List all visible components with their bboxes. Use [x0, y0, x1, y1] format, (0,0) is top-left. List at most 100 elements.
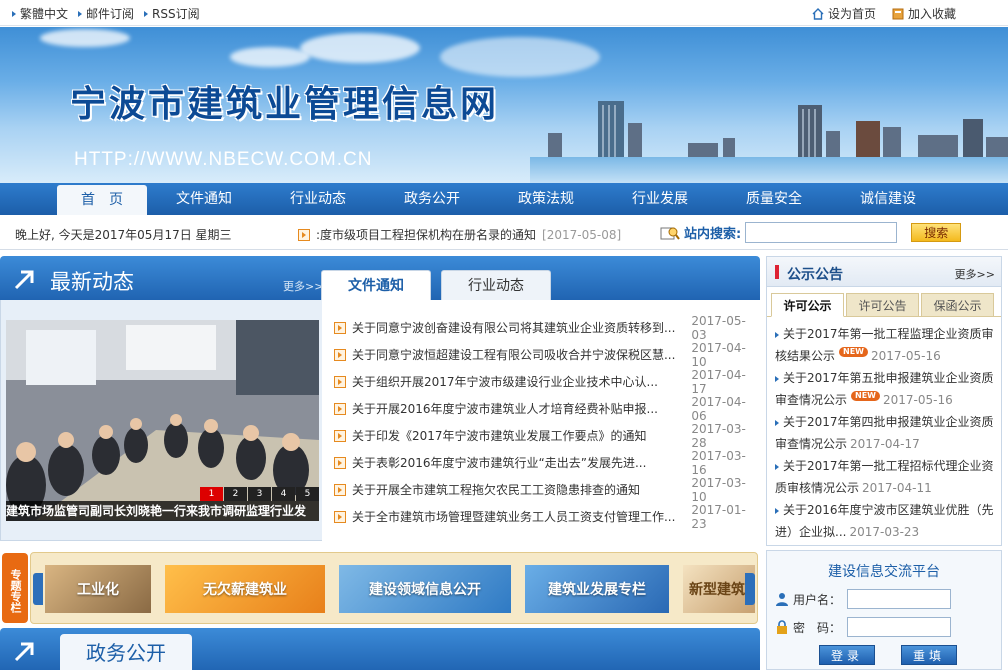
- nav-home[interactable]: 首 页: [57, 185, 147, 215]
- latest-more-link[interactable]: 更多>>: [283, 278, 323, 294]
- slide-caption[interactable]: 建筑市场监管司副司长刘晓艳一行来我市调研监理行业发: [6, 501, 319, 521]
- triangle-icon: [775, 507, 779, 514]
- news-item[interactable]: 关于同意宁波恒超建设工程有限公司吸收合并宁波保税区慧... 2017-04-10: [322, 341, 761, 369]
- tab-license-announcement[interactable]: 许可公告: [846, 293, 919, 317]
- lock-icon: [777, 620, 787, 634]
- notice-item[interactable]: 关于2017年第五批申报建筑业企业资质审查情况公示 NEW 2017-05-16: [775, 367, 995, 411]
- link-rss-subscribe[interactable]: RSS订阅: [144, 5, 200, 22]
- new-badge: NEW: [851, 391, 880, 401]
- news-item[interactable]: 关于全市建筑市场管理暨建筑业务工人员工资支付管理工作... 2017-01-23: [322, 503, 761, 531]
- search-book-icon: [660, 227, 680, 240]
- nav-file-notices[interactable]: 文件通知: [147, 183, 261, 215]
- slide-page-4[interactable]: 4: [272, 487, 295, 501]
- nav-credit-building[interactable]: 诚信建设: [831, 183, 945, 215]
- bullet-icon: [334, 456, 346, 469]
- special-side-label: 专题专栏: [2, 553, 28, 623]
- government-affairs-header: 政务公开: [0, 628, 760, 670]
- scroll-right-button[interactable]: [745, 573, 755, 605]
- latest-news-panel: 最新动态 更多>> 文件通知 行业动态 1 2 3 4 5 建筑市场监管司副司长…: [0, 256, 761, 541]
- nav-quality-safety[interactable]: 质量安全: [717, 183, 831, 215]
- news-ticker[interactable]: :度市级项目工程担保机构在册名录的通知 [2017-05-08]: [298, 226, 621, 243]
- top-right-links: 设为首页 加入收藏: [812, 5, 956, 22]
- notice-item[interactable]: 关于2017年第四批申报建筑业企业资质审查情况公示 2017-04-17: [775, 411, 995, 455]
- info-bar: 晚上好, 今天是2017年05月17日 星期三 :度市级项目工程担保机构在册名录…: [0, 218, 1008, 250]
- topic-card-info-disclosure[interactable]: 建设领域信息公开: [339, 565, 511, 613]
- triangle-icon: [775, 375, 779, 382]
- set-home-link[interactable]: 设为首页: [812, 5, 876, 22]
- login-button[interactable]: 登录: [819, 645, 875, 665]
- date-greeting: 晚上好, 今天是2017年05月17日 星期三: [15, 228, 232, 242]
- search-label: 站内搜索:: [684, 227, 742, 242]
- bullet-icon: [334, 375, 346, 388]
- nav-industry-development[interactable]: 行业发展: [603, 183, 717, 215]
- bullet-icon: [334, 402, 346, 415]
- notice-item[interactable]: 关于2017年第一批工程招标代理企业资质审核情况公示 2017-04-11: [775, 455, 995, 499]
- password-input[interactable]: [847, 617, 951, 637]
- notice-tabs: 许可公示 许可公告 保函公示: [767, 287, 1001, 317]
- government-affairs-tab[interactable]: 政务公开: [60, 634, 192, 670]
- photo-slideshow[interactable]: 1 2 3 4 5 建筑市场监管司副司长刘晓艳一行来我市调研监理行业发: [6, 320, 319, 521]
- slide-page-1[interactable]: 1: [200, 487, 223, 501]
- page: 繁體中文 邮件订阅 RSS订阅 设为首页 加入收藏 宁波市建筑业管理信息网 HT…: [0, 0, 1008, 670]
- tab-guarantee-publicity[interactable]: 保函公示: [921, 293, 994, 317]
- site-url: HTTP://WWW.NBECW.COM.CN: [74, 149, 373, 170]
- scroll-left-button[interactable]: [33, 573, 43, 605]
- search-input[interactable]: [745, 222, 898, 243]
- top-bar: 繁體中文 邮件订阅 RSS订阅 设为首页 加入收藏: [0, 0, 1008, 26]
- notice-item[interactable]: 关于2017年第一批工程监理企业资质审核结果公示 NEW 2017-05-16: [775, 323, 995, 367]
- notice-header: 公示公告 更多>>: [767, 257, 1001, 287]
- news-item[interactable]: 关于表彰2016年度宁波市建筑行业“走出去”发展先进... 2017-03-16: [322, 449, 761, 477]
- arrow-up-right-icon: [14, 642, 34, 662]
- search-button[interactable]: 搜索: [911, 223, 962, 242]
- nav-policies-regulations[interactable]: 政策法规: [489, 183, 603, 215]
- bullet-icon: [334, 429, 346, 442]
- special-track: 工业化 无欠薪建筑业 建设领域信息公开 建筑业发展专栏 新型建筑: [30, 552, 758, 624]
- topic-card-industrialization[interactable]: 工业化: [45, 565, 151, 613]
- link-email-subscribe[interactable]: 邮件订阅: [78, 5, 134, 22]
- notice-more-link[interactable]: 更多>>: [955, 266, 995, 282]
- news-list: 关于同意宁波创奋建设有限公司将其建筑业企业资质转移到... 2017-05-03 …: [322, 300, 761, 541]
- tab-file-notices[interactable]: 文件通知: [321, 270, 431, 300]
- username-row: 用户名：: [767, 589, 1001, 609]
- tab-license-publicity[interactable]: 许可公示: [771, 293, 844, 317]
- latest-tabs: 文件通知 行业动态: [321, 270, 551, 300]
- arrow-up-right-icon: [14, 270, 34, 290]
- triangle-icon: [12, 10, 16, 17]
- header-banner: 宁波市建筑业管理信息网 HTTP://WWW.NBECW.COM.CN: [0, 27, 1008, 183]
- slide-page-5[interactable]: 5: [296, 487, 319, 501]
- nav-industry-news[interactable]: 行业动态: [261, 183, 375, 215]
- reset-button[interactable]: 重填: [901, 645, 957, 665]
- new-badge: NEW: [839, 347, 868, 357]
- slide-page-3[interactable]: 3: [248, 487, 271, 501]
- bullet-icon: [334, 321, 346, 334]
- triangle-icon: [775, 419, 779, 426]
- username-input[interactable]: [847, 589, 951, 609]
- news-item[interactable]: 关于同意宁波创奋建设有限公司将其建筑业企业资质转移到... 2017-05-03: [322, 314, 761, 342]
- nav-government-affairs[interactable]: 政务公开: [375, 183, 489, 215]
- notice-item[interactable]: 关于2016年度宁波市区建筑业优胜（先进）企业拟... 2017-03-23: [775, 499, 995, 543]
- username-label: 用户名：: [793, 592, 842, 607]
- news-item[interactable]: 关于开展2016年度宁波市建筑业人才培育经费补贴申报... 2017-04-06: [322, 395, 761, 423]
- bullet-icon: [334, 510, 346, 523]
- public-notice-panel: 公示公告 更多>> 许可公示 许可公告 保函公示 关于2017年第一批工程监理企…: [766, 256, 1002, 546]
- top-links: 繁體中文 邮件订阅 RSS订阅: [12, 5, 200, 22]
- news-item[interactable]: 关于开展全市建筑工程拖欠农民工工资隐患排查的通知 2017-03-10: [322, 476, 761, 504]
- topic-card-industry-development[interactable]: 建筑业发展专栏: [525, 565, 669, 613]
- tab-industry-news[interactable]: 行业动态: [441, 270, 551, 300]
- password-label: 密 码：: [793, 620, 842, 635]
- news-item[interactable]: 关于印发《2017年宁波市建筑业发展工作要点》的通知 2017-03-28: [322, 422, 761, 450]
- password-row: 密 码：: [767, 617, 1001, 637]
- latest-title: 最新动态: [50, 270, 134, 294]
- link-traditional-chinese[interactable]: 繁體中文: [12, 5, 68, 22]
- ticker-text[interactable]: :度市级项目工程担保机构在册名录的通知: [316, 226, 536, 243]
- site-search: 站内搜索: 搜索: [660, 222, 962, 243]
- add-favorite-link[interactable]: 加入收藏: [892, 5, 956, 22]
- latest-body: 1 2 3 4 5 建筑市场监管司副司长刘晓艳一行来我市调研监理行业发 关于同意…: [0, 300, 761, 541]
- slide-page-2[interactable]: 2: [224, 487, 247, 501]
- triangle-icon: [775, 463, 779, 470]
- topic-card-no-wage-arrears[interactable]: 无欠薪建筑业: [165, 565, 325, 613]
- special-topics-strip: 专题专栏 工业化 无欠薪建筑业 建设领域信息公开 建筑业发展专栏 新型建筑: [0, 550, 760, 624]
- bookmark-icon: [892, 8, 904, 19]
- river-water: [530, 157, 1008, 183]
- news-item[interactable]: 关于组织开展2017年宁波市级建设行业企业技术中心认... 2017-04-17: [322, 368, 761, 396]
